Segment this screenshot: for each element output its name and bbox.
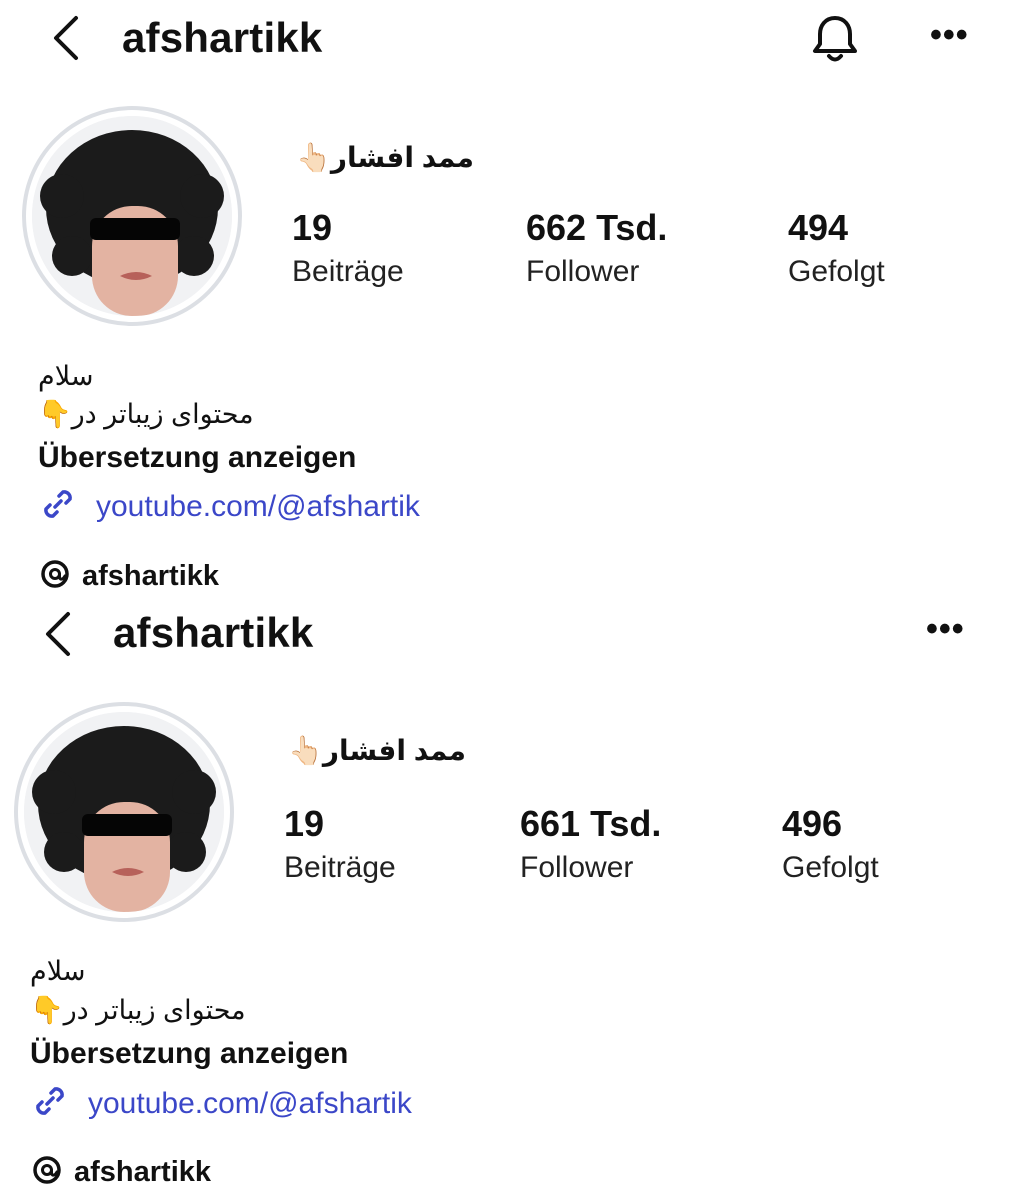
link-icon — [30, 1081, 70, 1126]
avatar[interactable] — [14, 702, 234, 922]
stat-followers-value: 662 Tsd. — [526, 207, 668, 248]
stat-following-label: Gefolgt — [788, 255, 885, 288]
stat-posts-value: 19 — [284, 803, 325, 844]
more-icon[interactable]: ••• — [930, 18, 969, 52]
bio-line: محتوای زیباتر در👇 — [38, 399, 254, 429]
stat-followers-value: 661 Tsd. — [520, 803, 662, 844]
profile-link[interactable]: youtube.com/@afshartik — [30, 1081, 412, 1126]
stat-following-value: 494 — [788, 207, 849, 248]
link-text[interactable]: youtube.com/@afshartik — [96, 490, 420, 524]
avatar-photo — [32, 116, 232, 316]
stat-following[interactable]: 496 Gefolgt — [782, 803, 879, 885]
threads-icon — [30, 1153, 64, 1192]
stat-followers[interactable]: 661 Tsd. Follower — [520, 803, 661, 885]
stat-posts-value: 19 — [292, 207, 333, 248]
bio-line: محتوای زیباتر در👇 — [30, 995, 246, 1025]
threads-badge[interactable]: afshartikk — [30, 1153, 211, 1192]
translate-button[interactable]: Übersetzung anzeigen — [30, 1037, 348, 1071]
link-icon — [38, 484, 78, 529]
profile-screenshot-2: afshartikk ••• ممد افشار👆🏻 19 Beiträge 6… — [0, 596, 1016, 1192]
threads-handle: afshartikk — [82, 560, 220, 592]
threads-badge[interactable]: afshartikk — [38, 557, 219, 596]
avatar[interactable] — [22, 106, 242, 326]
translate-button[interactable]: Übersetzung anzeigen — [38, 441, 356, 475]
display-name: ممد افشار👆🏻 — [288, 735, 466, 766]
profile-screenshot-1: afshartikk ••• ممد افشار👆🏻 19 Beiträge 6… — [0, 0, 1016, 596]
stat-posts-label: Beiträge — [292, 255, 404, 288]
stat-followers-label: Follower — [526, 255, 640, 288]
stat-following-label: Gefolgt — [782, 851, 879, 884]
bio-line: سلام — [38, 361, 94, 391]
stat-following-value: 496 — [782, 803, 843, 844]
threads-icon — [38, 557, 72, 596]
bio-line: سلام — [30, 956, 86, 986]
header-username: afshartikk — [122, 14, 323, 61]
avatar-photo — [24, 712, 224, 912]
stat-posts[interactable]: 19 Beiträge — [292, 207, 404, 289]
more-icon[interactable]: ••• — [926, 612, 965, 646]
header-username: afshartikk — [113, 609, 314, 656]
threads-handle: afshartikk — [74, 1156, 212, 1188]
stat-followers-label: Follower — [520, 851, 634, 884]
stat-followers[interactable]: 662 Tsd. Follower — [526, 207, 667, 289]
back-icon[interactable] — [48, 14, 82, 62]
link-text[interactable]: youtube.com/@afshartik — [88, 1087, 412, 1121]
bell-icon[interactable] — [810, 12, 860, 64]
back-icon[interactable] — [40, 610, 74, 658]
stat-posts-label: Beiträge — [284, 851, 396, 884]
display-name: ممد افشار👆🏻 — [296, 142, 474, 173]
profile-link[interactable]: youtube.com/@afshartik — [38, 484, 420, 529]
stat-posts[interactable]: 19 Beiträge — [284, 803, 396, 885]
stat-following[interactable]: 494 Gefolgt — [788, 207, 885, 289]
